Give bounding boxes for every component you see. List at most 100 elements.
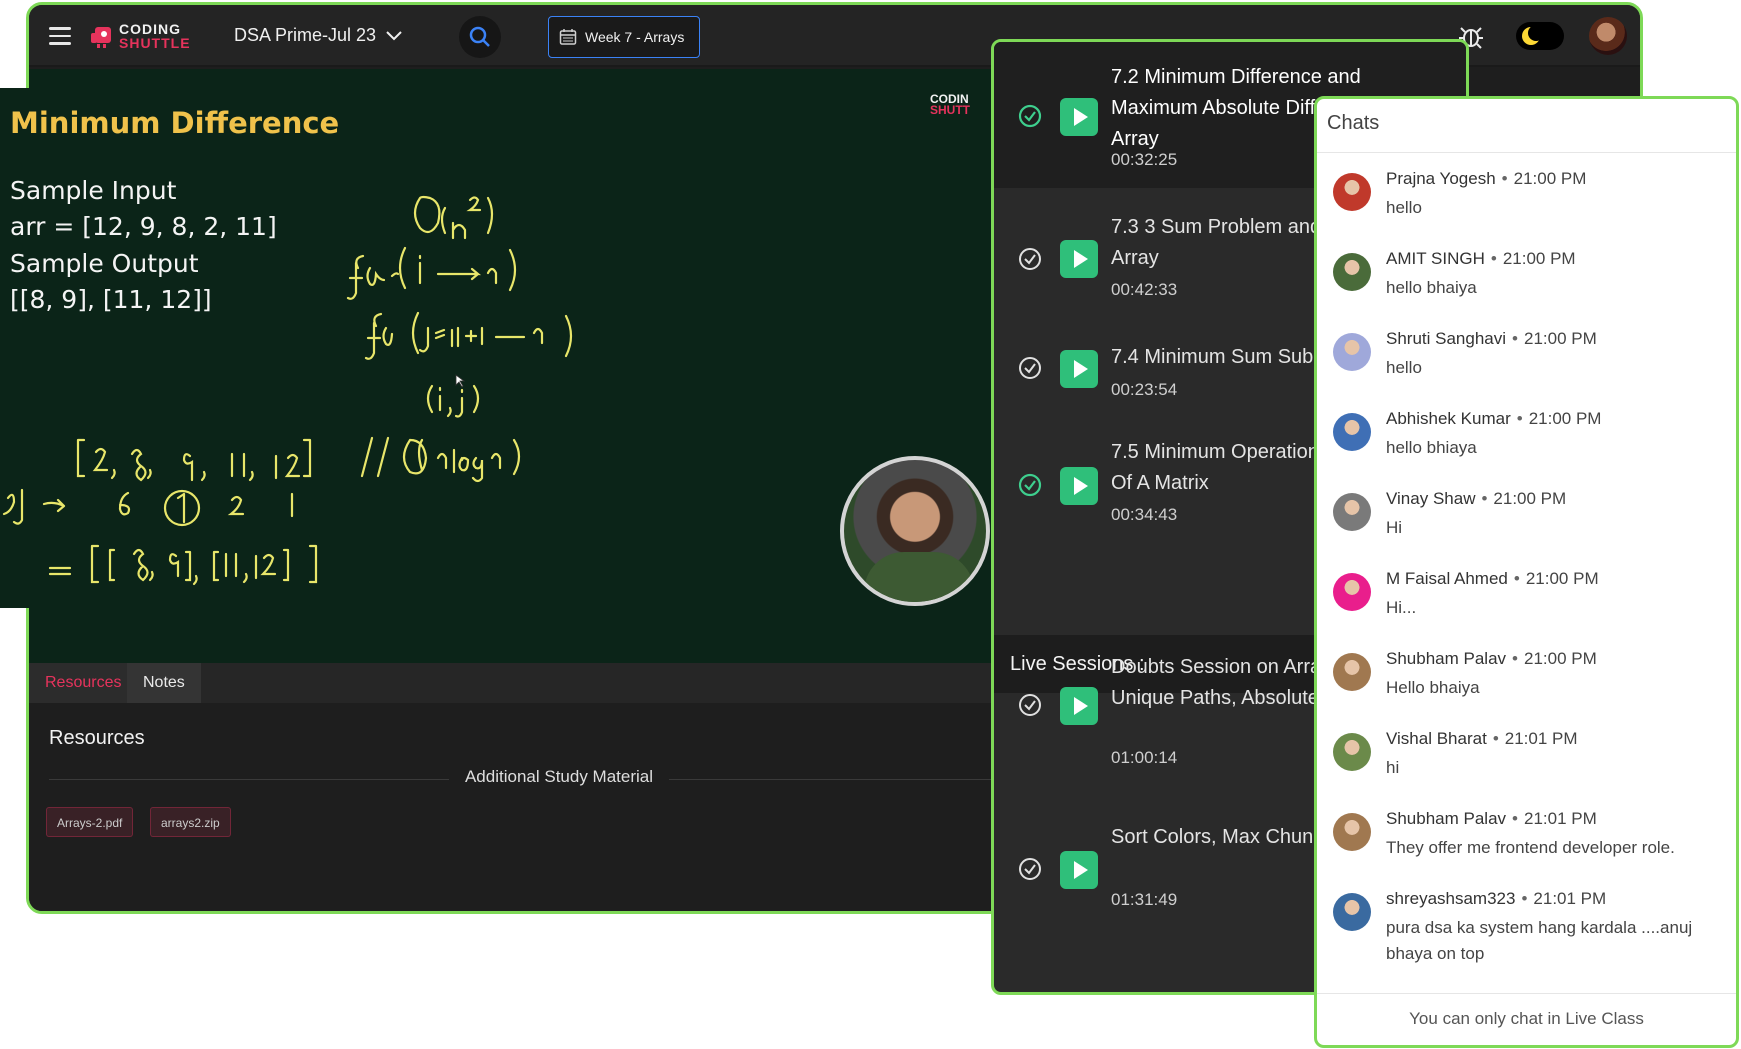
chat-time: 21:00 PM (1493, 489, 1567, 508)
chat-author-name: shreyashsam323 (1386, 889, 1516, 908)
chat-message: AMIT SINGH • 21:00 PM hello bhaiya (1317, 239, 1736, 319)
separator-dot: • (1490, 249, 1497, 268)
separator-dot: • (1513, 569, 1520, 588)
chat-avatar (1333, 893, 1371, 931)
chat-author: Abhishek Kumar • 21:00 PM (1386, 409, 1601, 429)
separator-dot: • (1512, 649, 1518, 668)
file-chip[interactable]: arrays2.zip (150, 807, 231, 837)
lesson-duration: 00:32:25 (1111, 150, 1178, 169)
play-button[interactable] (1060, 350, 1098, 388)
check-circle-icon (1019, 357, 1041, 379)
live-session-duration: 01:31:49 (1111, 890, 1178, 909)
chat-text: hello bhiaya (1386, 438, 1477, 457)
chat-author: Shubham Palav • 21:00 PM (1386, 649, 1597, 669)
chat-author-name: Abhishek Kumar (1386, 409, 1511, 428)
separator-dot: • (1501, 169, 1508, 188)
chat-avatar (1333, 173, 1371, 211)
course-selector[interactable]: DSA Prime-Jul 23 (234, 25, 402, 46)
calendar-icon (559, 29, 577, 45)
play-button[interactable] (1060, 240, 1098, 278)
chat-avatar (1333, 413, 1371, 451)
play-button[interactable] (1060, 98, 1098, 136)
search-button[interactable] (459, 16, 501, 58)
chat-author: Shubham Palav • 21:01 PM (1386, 809, 1597, 829)
check-circle-icon (1019, 858, 1041, 880)
chat-author-name: Vishal Bharat (1386, 729, 1487, 748)
chat-time: 21:00 PM (1523, 649, 1597, 668)
chat-message: Vishal Bharat • 21:01 PM hi (1317, 719, 1736, 799)
search-icon (469, 26, 490, 47)
chat-text: hello (1386, 358, 1422, 377)
chat-avatar (1333, 333, 1371, 371)
chat-text: pura dsa ka system hang kardala ....anuj… (1386, 918, 1693, 963)
chat-author: shreyashsam323 • 21:01 PM (1386, 889, 1606, 909)
chat-author-name: Shruti Sanghavi (1386, 329, 1507, 348)
video-frame-board[interactable]: Minimum Difference Sample Input arr = [1… (0, 88, 993, 608)
chat-message: Shubham Palav • 21:01 PM They offer me fron… (1317, 799, 1736, 879)
chat-avatar (1333, 253, 1371, 291)
user-avatar[interactable] (1589, 17, 1627, 55)
chat-time: 21:00 PM (1523, 329, 1597, 348)
play-button[interactable] (1060, 687, 1098, 725)
lesson-duration: 00:23:54 (1111, 380, 1178, 399)
chat-message: Vinay Shaw • 21:00 PM Hi (1317, 479, 1736, 559)
chat-author: M Faisal Ahmed • 21:00 PM (1386, 569, 1599, 589)
chat-disabled-notice: You can only chat in Live Class (1317, 993, 1736, 1045)
tab-notes[interactable]: Notes (127, 663, 201, 703)
chat-avatar (1333, 653, 1371, 691)
handwritten-notes-drawing (2, 195, 573, 586)
lesson-duration: 00:34:43 (1111, 505, 1178, 524)
chat-time: 21:00 PM (1513, 169, 1587, 188)
file-chip[interactable]: Arrays-2.pdf (46, 807, 134, 837)
content-tabs: Resources Notes (29, 663, 1029, 703)
chat-author: Vishal Bharat • 21:01 PM (1386, 729, 1578, 749)
chat-panel: Chats Prajna Yogesh • 21:00 PM hello AMIT SI… (1314, 96, 1739, 1048)
chat-author: Shruti Sanghavi • 21:00 PM (1386, 329, 1597, 349)
resources-panel: Resources Additional Study Material Arra… (29, 703, 1029, 911)
chat-message: shreyashsam323 • 21:01 PM pura dsa ka syste… (1317, 879, 1736, 963)
chat-text: hello bhaiya (1386, 278, 1477, 297)
watermark-line2: SHUTT (930, 103, 970, 117)
board-title: Minimum Difference (10, 106, 340, 140)
menu-icon[interactable] (49, 27, 71, 45)
separator-dot: • (1481, 489, 1488, 508)
chat-text: hi (1386, 758, 1400, 777)
separator-dot: • (1521, 889, 1528, 908)
chat-avatar (1333, 813, 1371, 851)
video-watermark-logo: CODIN SHUTT (930, 93, 970, 117)
moon-icon (1522, 25, 1544, 45)
study-material-heading: Additional Study Material (29, 767, 1089, 787)
chat-author-name: Shubham Palav (1386, 649, 1507, 668)
chat-heading: Chats (1317, 99, 1736, 153)
check-circle-icon (1018, 473, 1042, 497)
presenter-webcam (840, 456, 990, 606)
chat-avatar (1333, 733, 1371, 771)
chat-message: Shubham Palav • 21:00 PM Hello bhaiya (1317, 639, 1736, 719)
tab-resources[interactable]: Resources (29, 663, 138, 703)
chat-text: Hello bhaiya (1386, 678, 1480, 697)
separator-dot: • (1512, 329, 1518, 348)
chat-time: 21:01 PM (1504, 729, 1578, 748)
chat-author-name: Prajna Yogesh (1386, 169, 1496, 188)
check-circle-icon (1019, 694, 1041, 716)
separator-dot: • (1512, 809, 1518, 828)
play-button[interactable] (1060, 467, 1098, 505)
chat-text: Hi (1386, 518, 1403, 537)
chat-time: 21:00 PM (1502, 249, 1576, 268)
study-material-label: Additional Study Material (448, 767, 670, 786)
chat-message: M Faisal Ahmed • 21:00 PM Hi... (1317, 559, 1736, 639)
chat-text: They offer me frontend developer role. (1386, 838, 1675, 857)
cursor-icon (455, 374, 466, 388)
week-selector-button[interactable]: Week 7 - Arrays (548, 16, 700, 58)
chat-author-name: Shubham Palav (1386, 809, 1507, 828)
chat-author-name: AMIT SINGH (1386, 249, 1485, 268)
theme-toggle[interactable] (1516, 22, 1564, 50)
chat-time: 21:01 PM (1523, 809, 1597, 828)
play-button[interactable] (1060, 851, 1098, 889)
chat-avatar (1333, 573, 1371, 611)
logo-text-coding: CODING (119, 21, 181, 37)
chat-time: 21:00 PM (1525, 569, 1599, 588)
chat-author-name: Vinay Shaw (1386, 489, 1476, 508)
chat-author: Vinay Shaw • 21:00 PM (1386, 489, 1566, 509)
coding-shuttle-logo[interactable]: CODING SHUTTLE (89, 20, 199, 54)
